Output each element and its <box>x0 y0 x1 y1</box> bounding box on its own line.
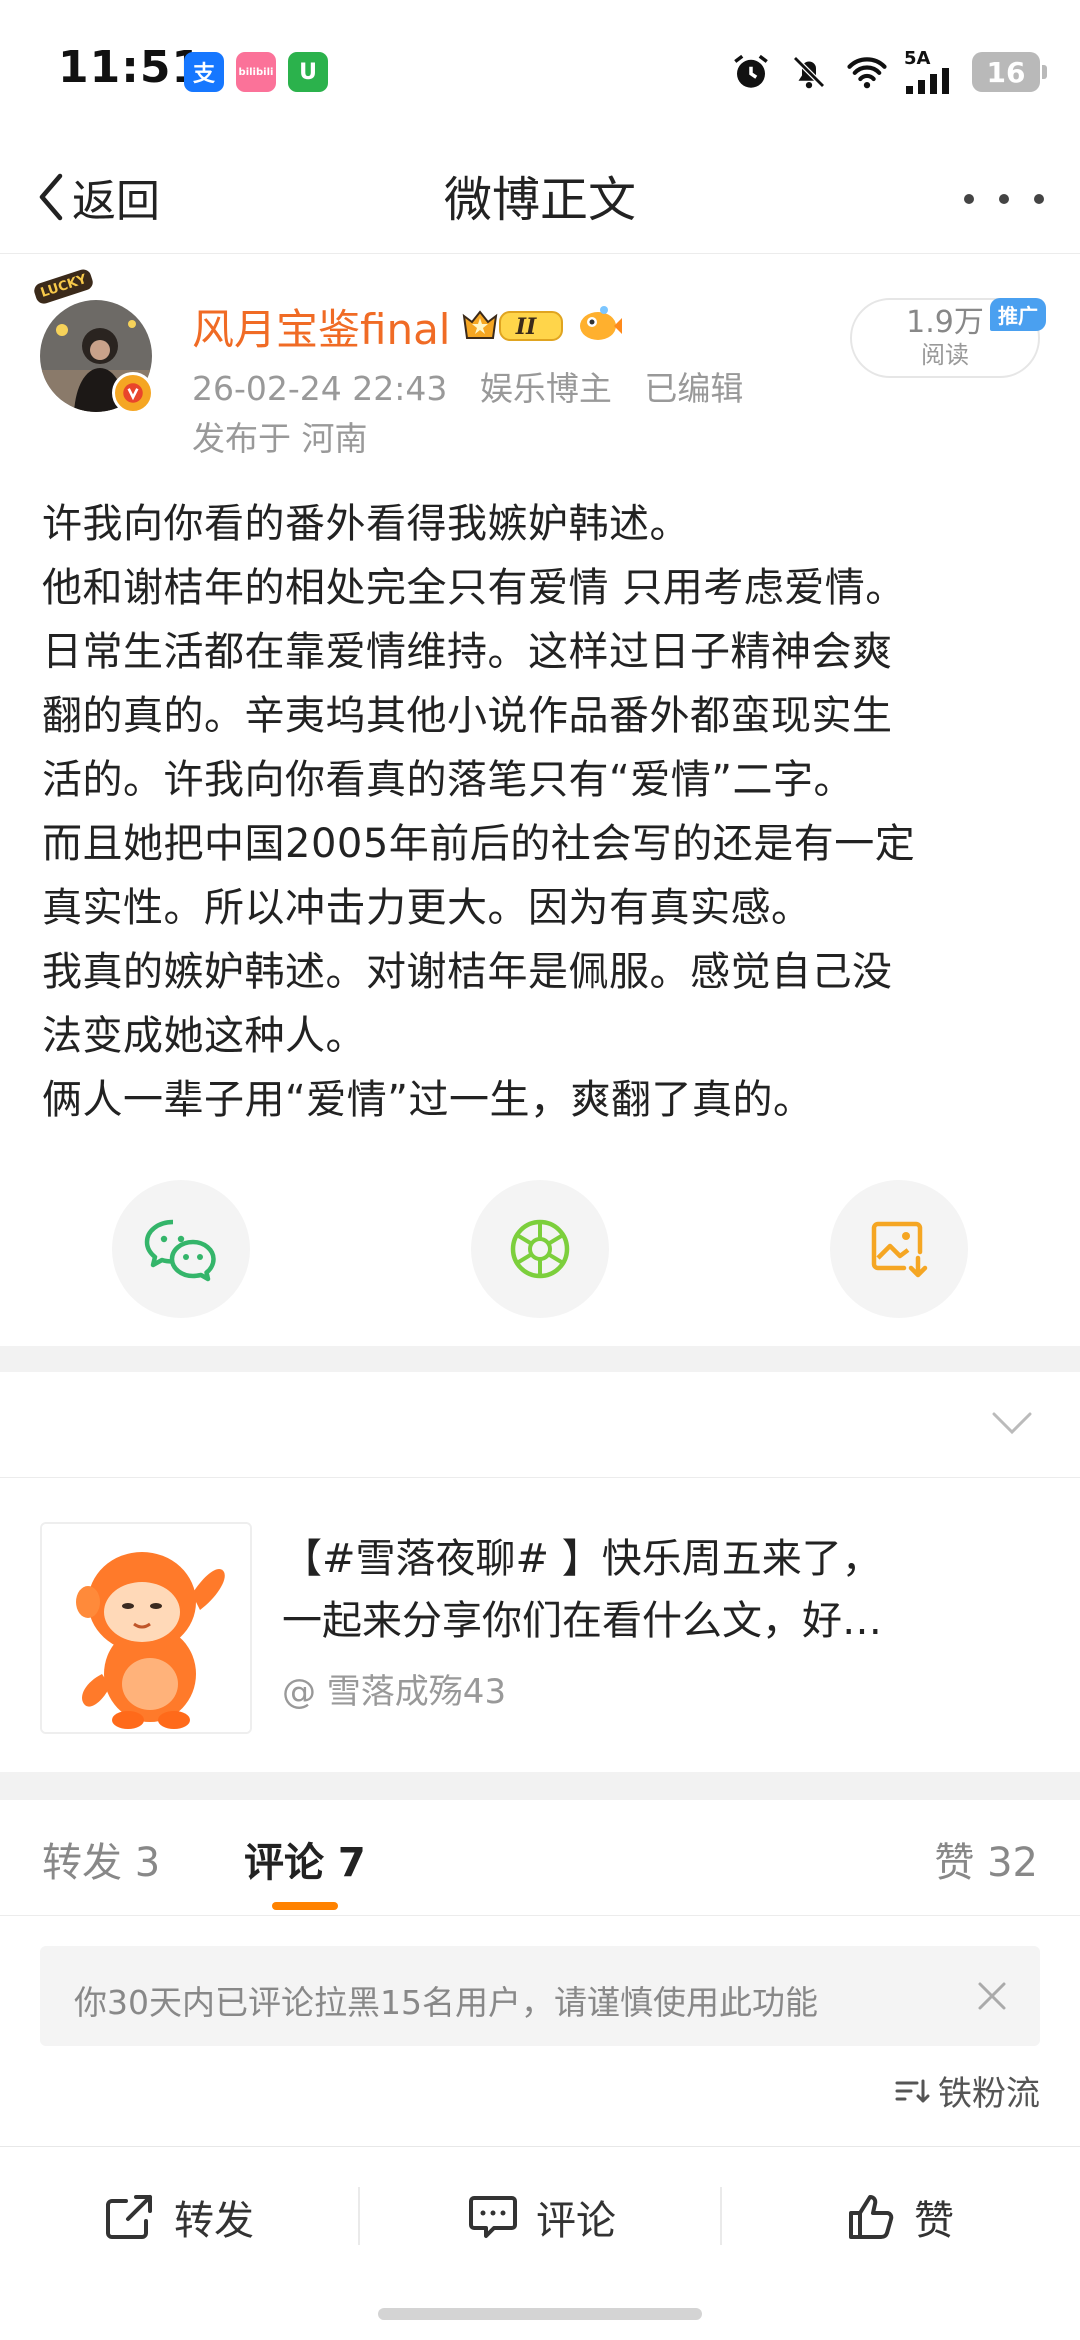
share-arrow-icon <box>106 2195 152 2239</box>
interaction-tabs: 转发 3 评论 7 赞 32 <box>0 1800 1080 1916</box>
wechat-icon <box>144 1219 216 1282</box>
tab-comment[interactable]: 评论 7 <box>244 1830 366 1888</box>
share-wechat-button[interactable] <box>112 1180 250 1318</box>
signal-bars-icon <box>906 68 949 94</box>
vip-member-badge-icon[interactable]: II <box>460 306 568 350</box>
section-divider <box>0 1772 1080 1800</box>
like-button[interactable]: 赞 <box>846 2147 954 2287</box>
tab-like[interactable]: 赞 32 <box>934 1830 1038 1888</box>
dot-icon <box>999 194 1009 204</box>
topic-title-line: 一起来分享你们在看什么文，好… <box>282 1598 882 1644</box>
comment-label: 评论 <box>536 2198 616 2244</box>
post-meta: 26-02-24 22:43 娱乐博主 已编辑 <box>192 362 765 410</box>
post-location: 发布于 河南 <box>192 419 368 458</box>
expand-row[interactable] <box>0 1372 1080 1478</box>
alarm-icon <box>734 54 768 88</box>
bar-divider <box>720 2187 722 2245</box>
mute-bell-icon <box>793 56 825 89</box>
status-time: 11:51 <box>58 42 204 93</box>
network-type-label: 5A <box>904 48 931 69</box>
share-row <box>0 1180 1080 1320</box>
battery-indicator: 16 <box>972 52 1047 92</box>
author-name[interactable]: 风月宝鉴final <box>192 296 450 357</box>
post-line: 日常生活都在靠爱情维持。这样过日子精神会爽 <box>42 629 893 675</box>
dot-icon <box>1034 194 1044 204</box>
repost-label: 转发 <box>174 2198 254 2244</box>
topic-title: 【#雪落夜聊# 】快乐周五来了， 一起来分享你们在看什么文，好… <box>282 1528 1042 1652</box>
block-notice-banner: 你30天内已评论拉黑15名用户，请谨慎使用此功能 <box>40 1946 1040 2046</box>
post-line: 翻的真的。辛夷坞其他小说作品番外都蛮现实生 <box>42 693 893 739</box>
moments-icon <box>510 1219 570 1279</box>
share-moments-button[interactable] <box>471 1180 609 1318</box>
save-image-icon <box>871 1221 928 1278</box>
section-divider <box>0 1346 1080 1372</box>
tab-repost[interactable]: 转发 3 <box>42 1830 160 1888</box>
post-line: 他和谢桔年的相处完全只有爱情 只用考虑爱情。 <box>42 565 906 611</box>
repost-button[interactable]: 转发 <box>104 2147 254 2287</box>
sort-selector[interactable]: 铁粉流 <box>894 2066 1040 2115</box>
notice-text: 你30天内已评论拉黑15名用户，请谨慎使用此功能 <box>74 1983 818 2022</box>
chevron-down-icon[interactable] <box>990 1410 1034 1436</box>
like-label: 赞 <box>914 2198 954 2244</box>
bottom-action-bar: 转发 评论 赞 <box>0 2146 1080 2286</box>
home-indicator[interactable] <box>378 2308 702 2320</box>
dot-icon <box>964 194 974 204</box>
comment-bubble-icon <box>469 2196 517 2238</box>
alipay-icon: 支 <box>184 52 224 92</box>
thumbs-up-icon <box>849 2195 894 2239</box>
post-line: 我真的嫉妒韩述。对谢桔年是佩服。感觉自己没 <box>42 949 893 995</box>
author-role: 娱乐博主 <box>479 369 612 408</box>
save-image-button[interactable] <box>830 1180 968 1318</box>
promo-tag: 推广 <box>990 298 1046 331</box>
topic-thumbnail <box>40 1522 252 1734</box>
post-line: 许我向你看的番外看得我嫉妒韩述。 <box>42 501 690 547</box>
post-line: 活的。许我向你看真的落笔只有“爱情”二字。 <box>42 757 854 803</box>
bar-divider <box>358 2187 360 2245</box>
post-line: 真实性。所以冲击力更大。因为有真实感。 <box>42 885 812 931</box>
post-line: 法变成她这种人。 <box>42 1013 366 1059</box>
read-count-box[interactable]: 1.9万 阅读 推广 <box>850 298 1046 378</box>
close-icon[interactable] <box>970 1974 1014 2018</box>
verified-badge-icon <box>112 372 154 414</box>
comment-button[interactable]: 评论 <box>468 2147 616 2287</box>
fan-badge-icon[interactable] <box>574 302 622 350</box>
post-date: 26-02-24 22:43 <box>192 369 448 408</box>
author-header: LUCKY 风月宝鉴final II 26-02-24 22:43 娱乐博主 已… <box>0 267 1080 470</box>
wifi-icon <box>847 57 887 89</box>
member-level-label: II <box>515 314 537 340</box>
page-title: 微博正文 <box>443 172 636 228</box>
status-bar: 11:51 支 bilibili U 5A 16 <box>0 0 1080 140</box>
sort-label: 铁粉流 <box>938 2074 1040 2114</box>
topic-card[interactable]: 【#雪落夜聊# 】快乐周五来了， 一起来分享你们在看什么文，好… @ 雪落成殇4… <box>0 1480 1080 1770</box>
topic-title-line: 【#雪落夜聊# 】快乐周五来了， <box>282 1536 882 1582</box>
read-label: 阅读 <box>921 341 969 369</box>
post-text: 许我向你看的番外看得我嫉妒韩述。 他和谢桔年的相处完全只有爱情 只用考虑爱情。 … <box>42 492 1042 1132</box>
more-options-button[interactable] <box>964 174 1044 224</box>
topic-author: @ 雪落成殇43 <box>282 1672 507 1712</box>
signal-indicator: 5A <box>904 50 956 94</box>
orange-monkey-mascot-image <box>42 1524 250 1732</box>
nav-bar: 返回 微博正文 <box>0 140 1080 254</box>
sort-icon <box>895 2079 930 2102</box>
post-line: 而且她把中国2005年前后的社会写的还是有一定 <box>42 821 916 867</box>
post-line: 俩人一辈子用“爱情”过一生，爽翻了真的。 <box>42 1077 814 1123</box>
active-tab-indicator <box>272 1902 338 1910</box>
edited-label[interactable]: 已编辑 <box>644 369 743 408</box>
bilibili-icon: bilibili <box>236 52 276 92</box>
green-app-icon: U <box>288 52 328 92</box>
